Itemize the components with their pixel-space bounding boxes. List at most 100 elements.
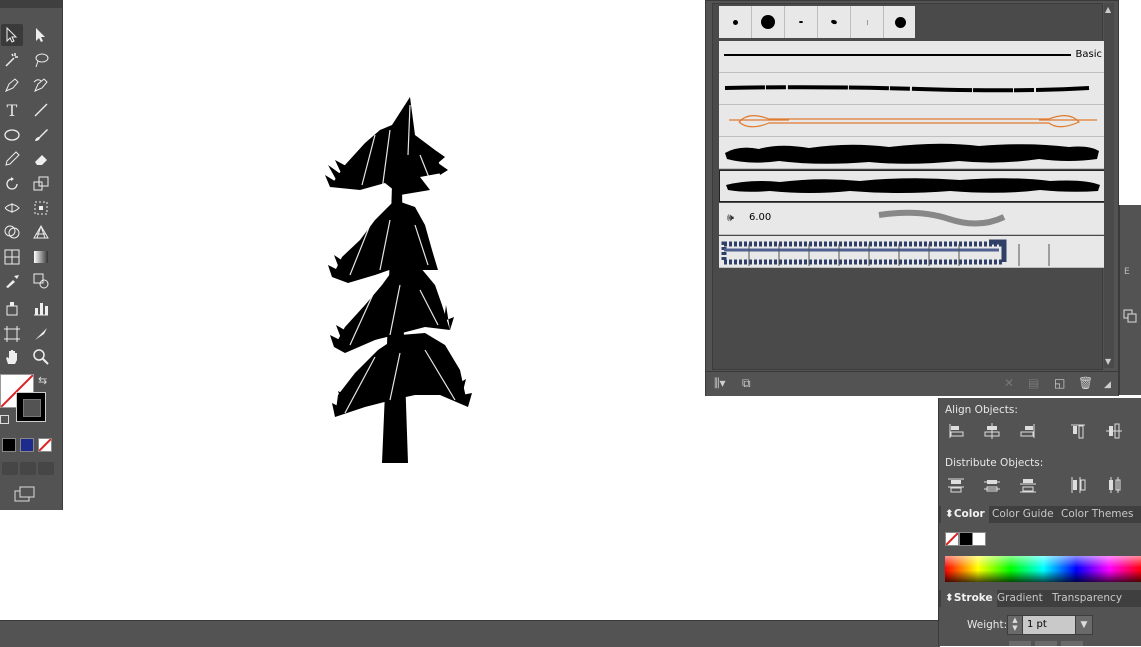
line-segment-tool-icon[interactable] [30, 99, 52, 121]
toolbar-grip[interactable] [0, 0, 62, 8]
color-panel-tabbar: ⬍Color Color Guide Color Themes [939, 506, 1141, 523]
default-fill-stroke-icon[interactable] [0, 415, 9, 424]
color-none-swatch[interactable] [945, 532, 959, 546]
shape-builder-tool-icon[interactable] [1, 221, 23, 243]
vertical-distribute-top-icon[interactable] [947, 476, 965, 494]
brush-tip-2[interactable] [752, 6, 785, 38]
vertical-distribute-center-icon[interactable] [983, 476, 1001, 494]
mesh-tool-icon[interactable] [1, 246, 23, 268]
brush-tip-3[interactable] [785, 6, 818, 38]
scale-tool-icon[interactable] [30, 173, 52, 195]
swap-fill-stroke-icon[interactable]: ⇆ [38, 374, 47, 387]
remove-brush-stroke-icon[interactable]: ✕ [1004, 376, 1014, 390]
vertical-align-top-icon[interactable] [1069, 422, 1087, 440]
draw-behind-icon[interactable] [20, 462, 36, 475]
pine-tree-artwork[interactable] [320, 95, 480, 465]
lasso-tool-icon[interactable] [30, 49, 52, 71]
tab-gradient[interactable]: Gradient [993, 590, 1047, 607]
new-brush-icon[interactable]: ◱ [1054, 376, 1065, 390]
screen-mode-icon[interactable] [14, 486, 36, 502]
width-tool-icon[interactable] [1, 197, 23, 219]
eraser-tool-icon[interactable] [30, 148, 52, 170]
brushes-panel: Basic 🕪 6.00 ▲ ▼ ⫼▾ ⧉ ✕ ▤ ◱ 🗑 ◢ [705, 0, 1119, 396]
color-black-swatch[interactable] [959, 532, 973, 546]
tab-color-themes[interactable]: Color Themes [1057, 506, 1137, 523]
weight-dropdown-arrow-icon[interactable]: ▼ [1075, 615, 1093, 635]
gradient-mode-button[interactable] [20, 438, 34, 452]
align-objects-label: Align Objects: [945, 404, 1018, 416]
resize-grip-icon[interactable]: ◢ [1104, 380, 1111, 390]
column-graph-tool-icon[interactable] [30, 297, 52, 319]
vertical-align-center-icon[interactable] [1105, 422, 1123, 440]
horizontal-align-center-icon[interactable] [983, 422, 1001, 440]
selection-tool-icon[interactable] [1, 24, 23, 46]
type-tool-icon[interactable]: T [1, 99, 23, 121]
brush-tip-6[interactable] [884, 6, 917, 38]
brushes-panel-footer: ⫼▾ ⧉ ✕ ▤ ◱ 🗑 ◢ [706, 371, 1118, 396]
brush-pattern[interactable] [719, 236, 1106, 268]
magic-wand-tool-icon[interactable] [1, 49, 23, 71]
brush-options-icon[interactable]: ▤ [1028, 376, 1039, 390]
color-white-swatch[interactable] [972, 532, 986, 546]
brush-tip-4[interactable] [818, 6, 851, 38]
horizontal-distribute-center-icon[interactable] [1105, 476, 1123, 494]
symbol-sprayer-tool-icon[interactable] [1, 297, 23, 319]
scroll-up-arrow-icon[interactable]: ▲ [1105, 5, 1111, 14]
scroll-down-arrow-icon[interactable]: ▼ [1105, 357, 1111, 366]
direct-selection-tool-icon[interactable] [30, 24, 52, 46]
brush-grunge-2-selected[interactable] [719, 170, 1106, 202]
tab-stroke[interactable]: ⬍Stroke [941, 590, 997, 607]
distribute-objects-label: Distribute Objects: [945, 457, 1044, 469]
brush-basic[interactable]: Basic [719, 41, 1106, 73]
weight-input[interactable]: 1 pt [1022, 615, 1076, 635]
tab-color-guide[interactable]: Color Guide [988, 506, 1058, 523]
none-slash-icon [39, 439, 51, 451]
color-spectrum-bar[interactable] [945, 556, 1141, 582]
pathfinder-icon[interactable] [1123, 309, 1137, 323]
brush-tip-1[interactable] [719, 6, 752, 38]
tab-color[interactable]: ⬍Color [941, 506, 989, 523]
weight-input-value: 1 pt [1027, 619, 1047, 630]
brush-basic-label: Basic [1075, 49, 1102, 60]
brush-tip-5[interactable] [851, 6, 884, 38]
rotate-tool-icon[interactable] [1, 173, 23, 195]
none-mode-button[interactable] [38, 438, 52, 452]
gradient-tool-icon[interactable] [30, 246, 52, 268]
weight-stepper[interactable]: ▲ ▼ [1007, 615, 1023, 635]
horizontal-align-left-icon[interactable] [947, 422, 965, 440]
zoom-tool-icon[interactable] [30, 346, 52, 368]
draw-normal-icon[interactable] [2, 462, 18, 475]
ellipse-tool-icon[interactable] [1, 124, 23, 146]
hand-tool-icon[interactable] [1, 346, 23, 368]
brush-libraries-menu-icon[interactable]: ⫼▾ [714, 376, 726, 391]
vertical-distribute-bottom-icon[interactable] [1019, 476, 1037, 494]
brush-bristle[interactable]: 🕪 6.00 [719, 203, 1106, 235]
pencil-tool-icon[interactable] [1, 148, 23, 170]
perspective-grid-tool-icon[interactable] [30, 221, 52, 243]
strip-label-icon: E [1124, 267, 1130, 277]
horizontal-align-right-icon[interactable] [1019, 422, 1037, 440]
slice-tool-icon[interactable] [30, 323, 52, 345]
stroke-panel-tabbar: ⬍Stroke Gradient Transparency [939, 590, 1141, 607]
status-bar [0, 620, 940, 647]
brush-arrow[interactable] [719, 105, 1106, 137]
free-transform-tool-icon[interactable] [30, 197, 52, 219]
brush-list-scrollbar[interactable]: ▲ ▼ [1104, 3, 1114, 368]
blend-tool-icon[interactable] [30, 270, 52, 292]
delete-brush-icon[interactable]: 🗑 [1078, 376, 1093, 390]
stroke-swatch[interactable] [16, 392, 46, 422]
libraries-panel-icon[interactable]: ⧉ [742, 376, 751, 391]
horizontal-distribute-left-icon[interactable] [1069, 476, 1087, 494]
draw-inside-icon[interactable] [38, 462, 54, 475]
artboard-tool-icon[interactable] [1, 323, 23, 345]
tab-transparency[interactable]: Transparency [1048, 590, 1126, 607]
type-tool-glyph: T [6, 100, 18, 120]
paintbrush-tool-icon[interactable] [30, 124, 52, 146]
brush-charcoal[interactable] [719, 73, 1106, 105]
pen-tool-icon[interactable] [1, 74, 23, 96]
brush-grunge-1[interactable] [719, 137, 1106, 169]
curvature-tool-icon[interactable] [30, 74, 52, 96]
cap-buttons-row [1009, 641, 1109, 646]
eyedropper-tool-icon[interactable] [1, 270, 23, 292]
color-mode-button[interactable] [2, 438, 16, 452]
